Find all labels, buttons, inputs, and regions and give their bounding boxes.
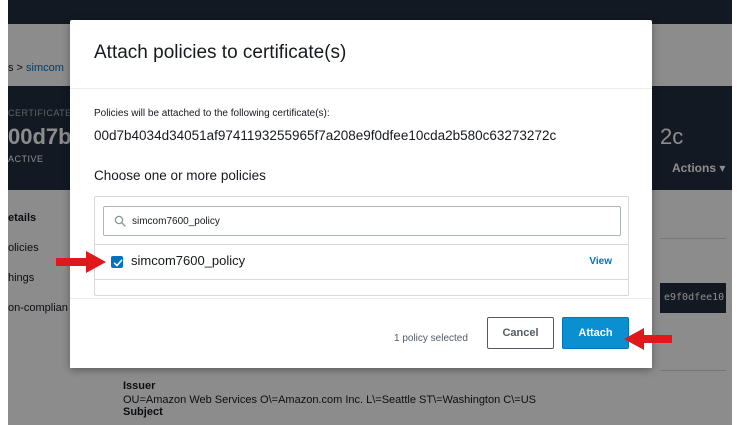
annotation-arrow-left-icon	[624, 328, 672, 350]
certificates-info-label: Policies will be attached to the followi…	[94, 108, 330, 119]
dialog-header-divider	[70, 88, 652, 89]
policy-selection-panel: simcom7600_policy View	[94, 196, 629, 296]
policy-list-item[interactable]: simcom7600_policy View	[95, 245, 628, 280]
policy-search-input[interactable]	[132, 207, 612, 235]
attach-policies-dialog: Attach policies to certificate(s) Polici…	[70, 20, 652, 368]
checkmark-icon	[113, 259, 123, 267]
dialog-title: Attach policies to certificate(s)	[94, 42, 347, 63]
divider	[95, 279, 628, 280]
dialog-footer: 1 policy selected Cancel Attach	[70, 299, 652, 368]
cancel-button[interactable]: Cancel	[487, 317, 554, 349]
certificate-id: 00d7b4034d34051af9741193255965f7a208e9f0…	[94, 128, 557, 143]
policy-search-field[interactable]	[103, 206, 621, 236]
annotation-arrow-right-icon	[56, 251, 106, 273]
view-policy-link[interactable]: View	[589, 256, 612, 267]
attach-button[interactable]: Attach	[562, 317, 629, 349]
choose-policies-label: Choose one or more policies	[94, 168, 266, 183]
policy-name: simcom7600_policy	[131, 253, 246, 268]
search-icon	[114, 215, 126, 227]
selected-count-text: 1 policy selected	[394, 333, 468, 344]
policy-checkbox[interactable]	[111, 256, 123, 268]
